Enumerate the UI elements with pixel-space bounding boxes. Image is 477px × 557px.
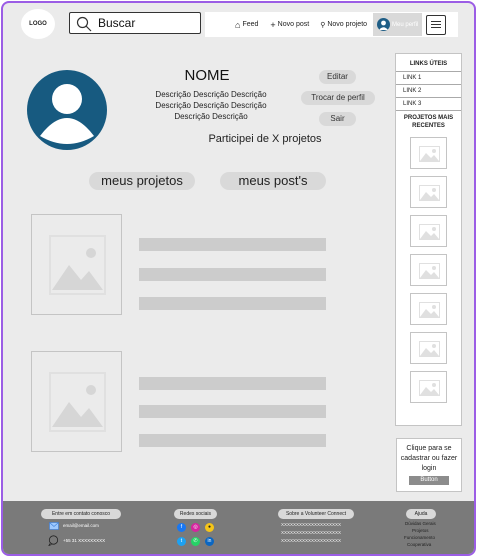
search-icon: ⚲ (320, 21, 326, 29)
nav-new-project-label: Novo projeto (327, 21, 368, 28)
image-icon (49, 372, 106, 432)
twitter-icon[interactable]: t (177, 537, 186, 546)
footer-about-line: XXXXXXXXXXXXXXXXXXXX (281, 530, 342, 535)
facebook-icon[interactable]: f (177, 523, 186, 532)
sidebar: LINKS ÚTEIS LINK 1 LINK 2 LINK 3 PROJETO… (395, 53, 462, 426)
footer-phone[interactable]: +55 31 XXXXXXXXX (63, 538, 105, 543)
mail-icon (49, 522, 59, 530)
my-profile-label: Meu perfil (392, 21, 419, 28)
home-icon: ⌂ (235, 19, 241, 30)
logout-button[interactable]: Sair (319, 112, 356, 126)
register-text: Clique para se cadastrar ou fazer login (400, 445, 458, 472)
register-button[interactable]: Button (409, 476, 449, 485)
post-text-line (139, 405, 326, 418)
edit-button[interactable]: Editar (319, 70, 356, 84)
menu-button[interactable] (426, 14, 447, 35)
switch-profile-button[interactable]: Trocar de perfil (301, 91, 375, 105)
image-icon (419, 263, 440, 279)
post-text-line (139, 238, 326, 251)
footer-email[interactable]: email@email.com (63, 523, 99, 528)
image-icon (419, 341, 440, 357)
my-profile-button[interactable]: Meu perfil (373, 13, 423, 36)
recent-project-thumb[interactable] (410, 332, 447, 364)
profile-name: NOME (184, 67, 230, 84)
register-box: Clique para se cadastrar ou fazer login … (396, 438, 462, 492)
top-nav: ⌂ Feed + Novo post ⚲ Novo projeto Meu pe… (205, 12, 458, 37)
recent-projects-list (396, 137, 461, 403)
post-text-line (139, 297, 326, 310)
chat-icon (48, 535, 59, 546)
footer-about-title: Sobre a Volunteer Connect (278, 509, 354, 519)
tab-my-projects[interactable]: meus projetos (89, 172, 195, 190)
image-icon (419, 302, 440, 318)
plus-icon: + (270, 19, 276, 30)
sidebar-title: LINKS ÚTEIS (409, 61, 448, 67)
footer-help-title: Ajuda (406, 509, 436, 519)
recent-project-thumb[interactable] (410, 215, 447, 247)
footer-about-line: XXXXXXXXXXXXXXXXXXXX (281, 522, 342, 527)
footer-help-item[interactable]: Dúvidas Gerais (405, 521, 436, 526)
footer-social-title: Redes sociais (174, 509, 217, 519)
sidebar-link-2[interactable]: LINK 2 (396, 85, 461, 98)
instagram-icon[interactable]: ◎ (191, 523, 200, 532)
recent-project-thumb[interactable] (410, 293, 447, 325)
recent-project-thumb[interactable] (410, 254, 447, 286)
nav-feed-label: Feed (242, 21, 259, 28)
recent-project-thumb[interactable] (410, 371, 447, 403)
footer-help-item[interactable]: Projetos (412, 528, 429, 533)
post-text-line (139, 377, 326, 390)
logo[interactable]: LOGO (21, 9, 55, 39)
image-icon (419, 380, 440, 396)
nav-feed[interactable]: ⌂ Feed (235, 20, 258, 30)
snapchat-icon[interactable]: ● (205, 523, 214, 532)
image-icon (49, 235, 106, 295)
sidebar-link-3[interactable]: LINK 3 (396, 98, 461, 111)
sidebar-link-1[interactable]: LINK 1 (396, 72, 461, 85)
search-input[interactable]: Buscar (69, 12, 201, 34)
profile-avatar (27, 70, 107, 150)
participation-count: Participei de X projetos (208, 133, 322, 145)
whatsapp-icon[interactable]: ✆ (191, 537, 200, 546)
search-placeholder: Buscar (98, 16, 136, 30)
search-icon (76, 16, 92, 32)
footer-help-item[interactable]: Cooperativa (407, 542, 431, 547)
recent-project-thumb[interactable] (410, 137, 447, 169)
footer-contact-title: Entre em contato conosco (41, 509, 121, 519)
nav-new-project[interactable]: ⚲ Novo projeto (320, 21, 367, 29)
post-image-placeholder (31, 214, 122, 315)
avatar-icon (377, 18, 391, 31)
footer-help-item[interactable]: Funcionamento (404, 535, 435, 540)
post-text-line (139, 434, 326, 447)
nav-new-post[interactable]: + Novo post (270, 20, 309, 30)
footer-about-line: XXXXXXXXXXXXXXXXXXXX (281, 538, 342, 543)
nav-new-post-label: Novo post (277, 21, 310, 28)
user-icon (40, 84, 94, 144)
image-icon (419, 224, 440, 240)
recent-project-thumb[interactable] (410, 176, 447, 208)
tab-my-posts[interactable]: meus post's (220, 172, 326, 190)
post-image-placeholder (31, 351, 122, 452)
menu-icon (431, 21, 442, 22)
page-frame: LOGO Buscar ⌂ Feed + Novo post ⚲ Novo pr… (1, 1, 476, 556)
linkedin-icon[interactable]: in (205, 537, 214, 546)
footer: Entre em contato conosco email@email.com… (3, 501, 474, 554)
recent-projects-title: PROJETOS MAIS RECENTES (403, 115, 454, 129)
image-icon (419, 146, 440, 162)
profile-description: Descrição Descrição Descrição Descrição … (155, 90, 267, 121)
post-text-line (139, 268, 326, 281)
image-icon (419, 185, 440, 201)
